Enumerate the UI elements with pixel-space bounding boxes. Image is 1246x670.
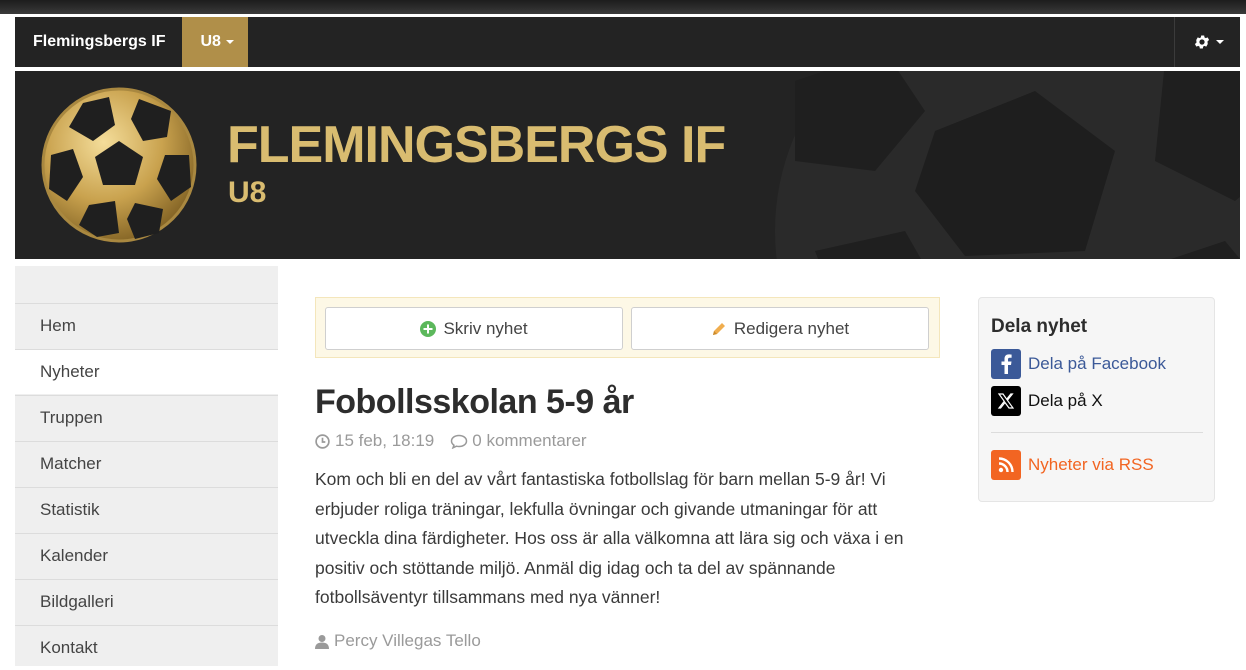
sidebar-item-kalender[interactable]: Kalender (15, 533, 278, 578)
sidebar-item-statistik[interactable]: Statistik (15, 487, 278, 532)
banner-title: FLEMINGSBERGS IF (227, 116, 726, 174)
rss-label: Nyheter via RSS (1028, 455, 1154, 474)
edit-news-button[interactable]: Redigera nyhet (631, 307, 929, 350)
sidebar-item-bildgalleri[interactable]: Bildgalleri (15, 579, 278, 624)
post-meta: 15 feb, 18:19 0 kommentarer (315, 431, 587, 451)
post-title: Fobollsskolan 5-9 år (315, 383, 634, 421)
author-name: Percy Villegas Tello (334, 631, 481, 650)
gear-icon (1194, 35, 1210, 49)
share-x-label: Dela på X (1028, 391, 1103, 410)
sidebar-item-truppen[interactable]: Truppen (15, 395, 278, 440)
share-x-link[interactable]: Dela på X (991, 386, 1103, 416)
plus-circle-icon (420, 320, 437, 337)
news-actions-bar: Skriv nyhet Redigera nyhet (315, 297, 940, 358)
sidebar-item-nyheter[interactable]: Nyheter (15, 349, 278, 394)
team-dropdown-label: U8 (200, 33, 221, 50)
share-divider (991, 432, 1203, 433)
facebook-icon (991, 349, 1021, 379)
football-logo (41, 87, 197, 243)
team-dropdown[interactable]: U8 (182, 17, 248, 67)
comments-link[interactable]: 0 kommentarer (472, 431, 586, 451)
clock-icon (315, 433, 330, 449)
caret-down-icon (1216, 40, 1224, 44)
share-box: Dela nyhet Dela på Facebook Dela på X Ny… (978, 297, 1215, 502)
caret-down-icon (225, 40, 234, 44)
post-author: Percy Villegas Tello (315, 631, 481, 651)
background-ball-graphic (775, 71, 1240, 259)
edit-news-label: Redigera nyhet (733, 318, 850, 338)
write-news-button[interactable]: Skriv nyhet (325, 307, 623, 350)
banner-subtitle: U8 (228, 176, 267, 209)
sidebar-nav: Hem Nyheter Truppen Matcher Statistik Ka… (15, 266, 278, 666)
share-facebook-label: Dela på Facebook (1028, 354, 1166, 373)
sidebar-item-hem[interactable]: Hem (15, 303, 278, 348)
pencil-icon (712, 322, 725, 335)
rss-icon (991, 450, 1021, 480)
user-icon (315, 634, 329, 649)
rss-link[interactable]: Nyheter via RSS (991, 450, 1154, 480)
navbar: Flemingsbergs IF U8 (15, 17, 1240, 67)
sidebar-item-matcher[interactable]: Matcher (15, 441, 278, 486)
post-time: 15 feb, 18:19 (335, 431, 435, 450)
comment-icon (451, 434, 468, 449)
share-facebook-link[interactable]: Dela på Facebook (991, 349, 1166, 379)
x-icon (991, 386, 1021, 416)
settings-dropdown[interactable] (1174, 17, 1240, 67)
top-strip (0, 0, 1246, 14)
sidebar-item-kontakt[interactable]: Kontakt (15, 625, 278, 670)
brand-link[interactable]: Flemingsbergs IF (15, 17, 182, 67)
write-news-label: Skriv nyhet (443, 318, 528, 338)
post-body: Kom och bli en del av vårt fantastiska f… (315, 469, 904, 607)
team-banner: FLEMINGSBERGS IF U8 (15, 71, 1240, 259)
share-title: Dela nyhet (991, 316, 1088, 337)
